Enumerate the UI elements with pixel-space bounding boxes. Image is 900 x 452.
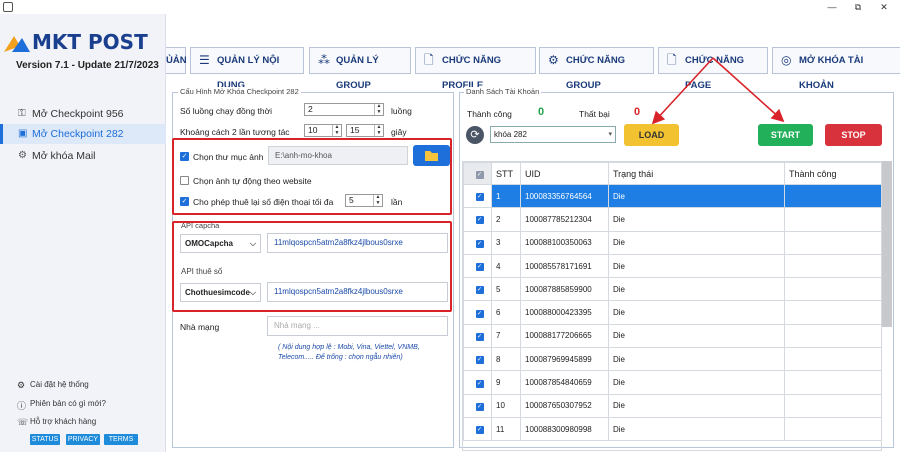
annotation-arrows	[651, 57, 785, 125]
